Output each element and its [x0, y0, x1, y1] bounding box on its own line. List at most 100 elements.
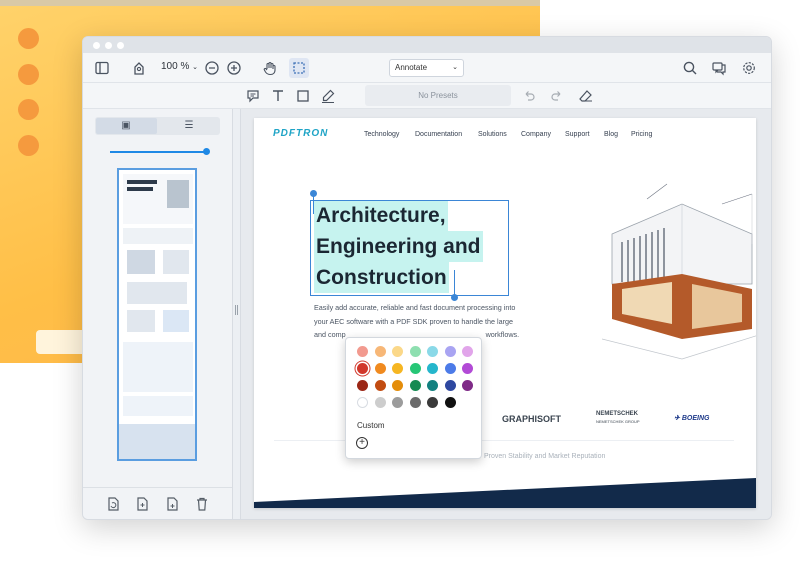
window-dot[interactable] [117, 42, 124, 49]
color-swatch[interactable] [444, 363, 456, 374]
color-swatch[interactable] [462, 363, 473, 374]
color-swatch[interactable] [409, 346, 421, 357]
color-swatch[interactable] [357, 380, 368, 391]
pen-icon[interactable] [319, 87, 337, 105]
zoom-in-icon[interactable] [225, 59, 243, 77]
style-presets[interactable]: No Presets [365, 85, 511, 106]
document-viewport[interactable]: PDFTRON Technology Documentation Solutio… [241, 109, 771, 519]
add-custom-color-icon[interactable]: + [356, 437, 368, 449]
slider-handle[interactable] [203, 148, 210, 155]
thumbnail-footer [119, 424, 195, 459]
color-swatch[interactable] [374, 346, 386, 357]
nemetschek-group-logo: NEMETSCHEK GROUP [596, 419, 640, 424]
selection-caret [313, 194, 314, 214]
section-divider [274, 440, 734, 441]
title-bar [83, 37, 771, 53]
color-swatch[interactable] [409, 397, 421, 408]
nav-solutions[interactable]: Solutions [478, 131, 507, 138]
thumbnail-image [167, 180, 189, 208]
sidebar-toggle-icon[interactable] [93, 59, 111, 77]
color-swatch[interactable] [427, 380, 438, 391]
color-swatch[interactable] [409, 380, 421, 391]
graphisoft-logo: GRAPHISOFT [502, 414, 562, 424]
zoom-out-icon[interactable] [203, 59, 221, 77]
search-icon[interactable] [681, 59, 699, 77]
insert-page-above-icon[interactable] [134, 496, 150, 512]
color-swatch[interactable] [392, 380, 403, 391]
hand-icon[interactable] [261, 59, 279, 77]
insert-page-below-icon[interactable] [164, 496, 180, 512]
eraser-icon[interactable] [577, 87, 595, 105]
thumbnail-panel: ▣ ☰ [83, 109, 233, 519]
color-swatch[interactable] [444, 397, 456, 408]
resize-grip-icon [235, 305, 238, 315]
comments-icon[interactable] [710, 59, 728, 77]
pan-icon[interactable] [130, 59, 148, 77]
selection-end-handle[interactable] [451, 294, 458, 301]
color-swatch[interactable] [462, 380, 473, 391]
thumbnail-block [127, 310, 155, 332]
annotation-toolbar: No Presets [83, 83, 771, 109]
color-swatch[interactable] [444, 346, 456, 357]
color-swatch[interactable] [374, 363, 386, 374]
color-swatch[interactable] [357, 363, 368, 374]
chevron-down-icon: ⌄ [452, 64, 458, 71]
nav-documentation[interactable]: Documentation [415, 131, 462, 138]
color-swatch[interactable] [444, 380, 456, 391]
delete-page-icon[interactable] [194, 496, 210, 512]
selection-start-handle[interactable] [310, 190, 317, 197]
thumbnail-size-slider[interactable] [110, 148, 210, 155]
rotate-page-icon[interactable] [105, 496, 121, 512]
nav-pricing[interactable]: Pricing [631, 131, 652, 138]
zoom-level[interactable]: 100 % ⌄ [161, 61, 198, 72]
color-swatch[interactable] [357, 346, 368, 357]
nav-company[interactable]: Company [521, 131, 551, 138]
nav-support[interactable]: Support [565, 131, 590, 138]
window-dot[interactable] [93, 42, 100, 49]
color-swatch[interactable] [357, 397, 368, 408]
decorative-dot [18, 64, 39, 85]
text-selection-box [310, 200, 509, 296]
nemetschek-logo: NEMETSCHEK [596, 411, 639, 417]
color-swatch[interactable] [462, 346, 473, 357]
boeing-logo-text: BOEING [681, 415, 710, 422]
color-swatch[interactable] [392, 363, 403, 374]
presets-label: No Presets [418, 91, 458, 100]
color-swatch[interactable] [374, 397, 386, 408]
nav-technology[interactable]: Technology [364, 131, 399, 138]
description-line: Easily add accurate, reliable and fast d… [314, 303, 516, 312]
panel-tabs: ▣ ☰ [95, 117, 220, 135]
outline-icon[interactable]: ☰ [182, 119, 196, 133]
nav-blog[interactable]: Blog [604, 131, 618, 138]
window-dot[interactable] [105, 42, 112, 49]
thumbnail-block [123, 342, 193, 392]
color-swatch[interactable] [427, 397, 438, 408]
color-swatch[interactable] [427, 363, 438, 374]
color-swatch[interactable] [392, 346, 403, 357]
color-swatch[interactable] [409, 363, 421, 374]
document-page[interactable]: PDFTRON Technology Documentation Solutio… [254, 118, 756, 508]
hero-description: Easily add accurate, reliable and fast d… [314, 301, 524, 342]
decorative-dot [18, 28, 39, 49]
settings-icon[interactable] [740, 59, 758, 77]
thumbnail-actions [83, 487, 232, 519]
area-select-icon[interactable] [289, 58, 309, 78]
decorative-dot [18, 135, 39, 156]
color-swatch[interactable] [374, 380, 386, 391]
comment-icon[interactable] [244, 87, 262, 105]
panel-resize-handle[interactable] [233, 109, 241, 519]
color-swatch[interactable] [392, 397, 403, 408]
thumbnail-line [127, 187, 153, 191]
thumbnail-block [127, 282, 187, 304]
thumbnail-line [127, 180, 157, 184]
color-palette-popup: Custom + [345, 337, 482, 459]
page-thumbnail[interactable] [117, 168, 197, 461]
rectangle-icon[interactable] [294, 87, 312, 105]
description-line: workflows. [485, 330, 520, 339]
mode-select[interactable]: Annotate ⌄ [389, 59, 464, 77]
undo-icon[interactable] [520, 87, 538, 105]
text-icon[interactable] [269, 87, 287, 105]
thumbnails-icon[interactable]: ▣ [119, 119, 133, 133]
redo-icon[interactable] [548, 87, 566, 105]
color-swatch[interactable] [427, 346, 438, 357]
